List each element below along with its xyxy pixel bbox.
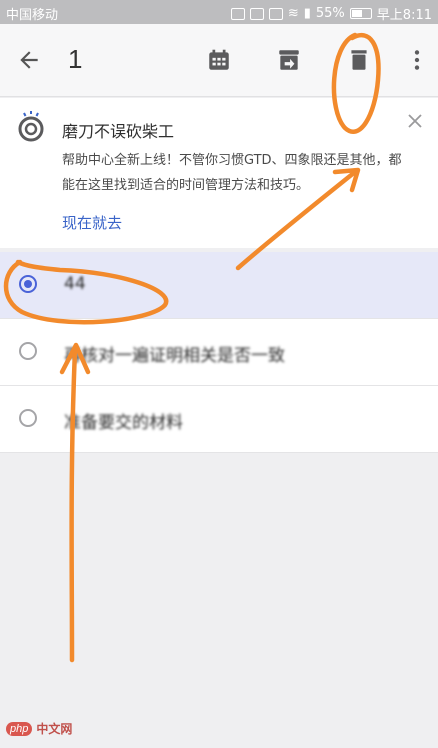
- task-row[interactable]: 44: [0, 252, 438, 319]
- card-body: 帮助中心全新上线！不管你习惯GTD、四象限还是其他，都能在这里找到适合的时间管理…: [62, 153, 402, 193]
- php-cn-watermark: php 中文网: [6, 720, 72, 737]
- task-checkbox[interactable]: [19, 342, 37, 360]
- move-to-icon[interactable]: [276, 47, 302, 73]
- status-icons: ≋ ▮ 55% 早上8:11: [230, 4, 432, 23]
- task-text: 44: [64, 274, 86, 294]
- go-now-link[interactable]: 现在就去: [62, 212, 122, 233]
- close-icon[interactable]: [406, 112, 424, 130]
- card-title: 磨刀不误砍柴工: [62, 122, 175, 141]
- wifi-icon: ≋: [287, 6, 299, 21]
- task-checkbox[interactable]: [19, 275, 37, 293]
- watermark-logo: php: [6, 721, 33, 736]
- battery-icon: [349, 8, 372, 19]
- hd-icon: [249, 7, 264, 20]
- delete-icon[interactable]: [346, 47, 372, 73]
- task-row[interactable]: 再核对一遍证明相关是否一致: [0, 319, 438, 386]
- task-text: 准备要交的材料: [64, 413, 183, 433]
- battery-percent: 55%: [315, 6, 345, 21]
- task-list: 44 再核对一遍证明相关是否一致 准备要交的材料: [0, 252, 438, 453]
- back-arrow-icon[interactable]: [16, 47, 42, 73]
- list-title: 1: [68, 44, 83, 74]
- watermark-site: 中文网: [36, 722, 73, 736]
- lifebuoy-icon: [18, 111, 44, 142]
- signal-icon: ▮: [303, 6, 311, 21]
- task-row[interactable]: 准备要交的材料: [0, 386, 438, 453]
- task-text: 再核对一遍证明相关是否一致: [64, 346, 285, 366]
- clock: 早上8:11: [376, 8, 432, 23]
- status-bar: 中国移动 ≋ ▮ 55% 早上8:11: [0, 0, 438, 24]
- task-checkbox[interactable]: [19, 409, 37, 427]
- app-bar: 1: [0, 24, 438, 97]
- more-vert-icon[interactable]: [404, 47, 430, 73]
- carrier-name: 中国移动: [6, 8, 59, 23]
- alarm-icon: [230, 7, 245, 20]
- eye-icon: [268, 7, 283, 20]
- calendar-icon[interactable]: [206, 47, 232, 73]
- help-center-card: 磨刀不误砍柴工 帮助中心全新上线！不管你习惯GTD、四象限还是其他，都能在这里找…: [0, 98, 438, 248]
